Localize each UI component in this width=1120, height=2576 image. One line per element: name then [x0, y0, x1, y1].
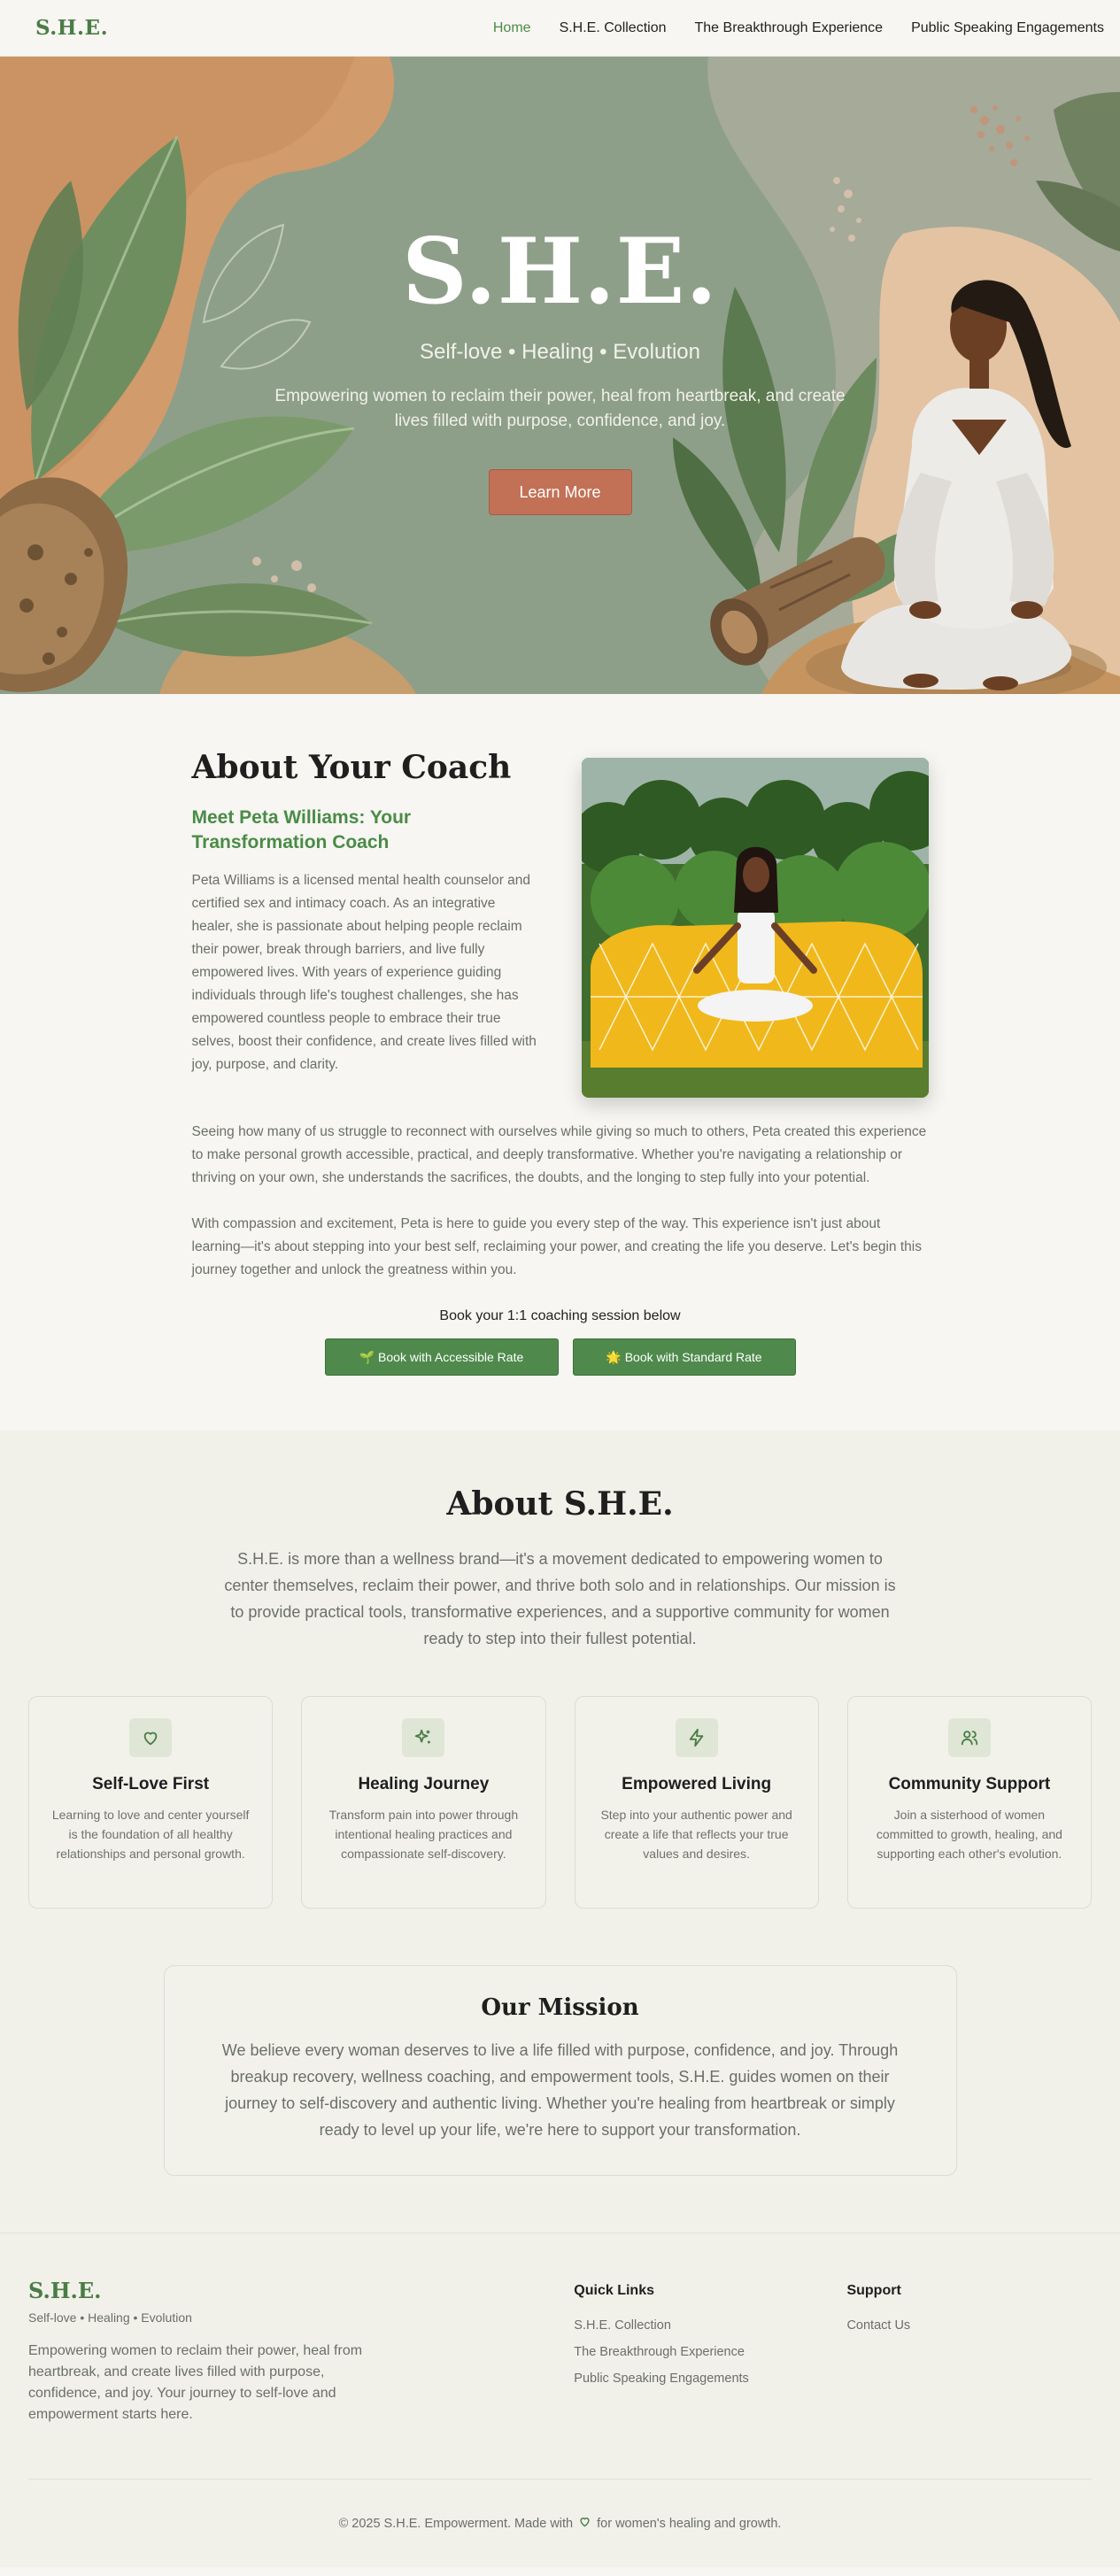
card-text: Join a sisterhood of women committed to … [876, 1808, 1062, 1861]
value-card-healing-journey: Healing Journey Transform pain into powe… [301, 1696, 546, 1909]
value-card-community-support: Community Support Join a sisterhood of w… [846, 1696, 1092, 1909]
hero-content: S.H.E. Self-love • Healing • Evolution E… [0, 57, 1120, 694]
value-card-self-love: Self-Love First Learning to love and cen… [28, 1696, 274, 1909]
hero-description: Empowering women to reclaim their power,… [274, 387, 846, 430]
top-nav: S.H.E. Home S.H.E. Collection The Breakt… [0, 0, 1120, 57]
coach-subheading: Meet Peta Williams: Your Transformation … [191, 807, 412, 852]
card-title: Community Support [888, 1775, 1051, 1793]
users-icon [947, 1718, 991, 1757]
footer-link-breakthrough-experience[interactable]: The Breakthrough Experience [574, 2345, 846, 2359]
coach-heading: About Your Coach [191, 749, 512, 786]
about-coach-section: About Your Coach Meet Peta Williams: You… [0, 694, 1120, 1431]
hero-tagline: Self-love • Healing • Evolution [420, 340, 700, 364]
nav-links: Home S.H.E. Collection The Breakthrough … [493, 20, 1104, 36]
footer-link-contact-us[interactable]: Contact Us [846, 2318, 1092, 2333]
copyright-prefix: © 2025 S.H.E. Empowerment. Made with [338, 2516, 574, 2531]
quick-links-heading: Quick Links [574, 2283, 654, 2298]
mission-box: Our Mission We believe every woman deser… [163, 1965, 957, 2176]
sparkles-icon [402, 1718, 445, 1757]
card-text: Step into your authentic power and creat… [600, 1808, 792, 1861]
lightning-icon [675, 1718, 718, 1757]
heart-icon [129, 1718, 173, 1757]
footer-support: Support Contact Us [846, 2278, 1092, 2426]
nav-link-breakthrough-experience[interactable]: The Breakthrough Experience [695, 20, 884, 36]
nav-logo[interactable]: S.H.E. [35, 16, 108, 40]
learn-more-button[interactable]: Learn More [488, 469, 632, 515]
about-she-description: S.H.E. is more than a wellness brand—it'… [224, 1550, 896, 1647]
footer-link-she-collection[interactable]: S.H.E. Collection [574, 2318, 846, 2333]
about-she-heading: About S.H.E. [446, 1485, 674, 1523]
footer-description: Empowering women to reclaim their power,… [28, 2343, 363, 2422]
footer-logo[interactable]: S.H.E. [28, 2278, 574, 2303]
book-buttons: 🌱 Book with Accessible Rate 🌟 Book with … [192, 1338, 929, 1376]
book-session-heading: Book your 1:1 coaching session below [439, 1308, 681, 1323]
coach-bio: Peta Williams is a licensed mental healt… [191, 873, 537, 1072]
heart-icon [578, 2515, 591, 2532]
copyright-suffix: for women's healing and growth. [597, 2516, 782, 2531]
footer-tagline: Self-love • Healing • Evolution [28, 2310, 192, 2325]
hero-section: S.H.E. Self-love • Healing • Evolution E… [0, 57, 1120, 694]
hero-title: S.H.E. [402, 219, 718, 325]
card-title: Self-Love First [92, 1775, 210, 1793]
about-she-section: About S.H.E. S.H.E. is more than a welln… [0, 1431, 1120, 2233]
footer-link-public-speaking[interactable]: Public Speaking Engagements [574, 2372, 846, 2386]
value-card-empowered-living: Empowered Living Step into your authenti… [574, 1696, 819, 1909]
nav-link-she-collection[interactable]: S.H.E. Collection [560, 20, 667, 36]
card-title: Empowered Living [622, 1775, 772, 1793]
book-accessible-rate-button[interactable]: 🌱 Book with Accessible Rate [324, 1338, 559, 1376]
card-text: Transform pain into power through intent… [328, 1808, 519, 1861]
footer: S.H.E. Self-love • Healing • Evolution E… [0, 2233, 1120, 2567]
footer-quick-links: Quick Links S.H.E. Collection The Breakt… [574, 2278, 846, 2426]
support-heading: Support [846, 2283, 901, 2298]
book-standard-rate-button[interactable]: 🌟 Book with Standard Rate [572, 1338, 796, 1376]
nav-link-public-speaking[interactable]: Public Speaking Engagements [911, 20, 1104, 36]
footer-copyright: © 2025 S.H.E. Empowerment. Made with for… [28, 2479, 1092, 2567]
value-cards: Self-Love First Learning to love and cen… [28, 1696, 1092, 1909]
nav-link-home[interactable]: Home [493, 20, 531, 36]
coach-paragraph-2: With compassion and excitement, Peta is … [191, 1216, 922, 1277]
mission-text: We believe every woman deserves to live … [221, 2041, 899, 2139]
coach-photo [581, 758, 929, 1098]
card-title: Healing Journey [358, 1775, 490, 1793]
coach-paragraph-1: Seeing how many of us struggle to reconn… [191, 1124, 927, 1185]
mission-heading: Our Mission [481, 1994, 639, 2021]
card-text: Learning to love and center yourself is … [51, 1808, 250, 1861]
